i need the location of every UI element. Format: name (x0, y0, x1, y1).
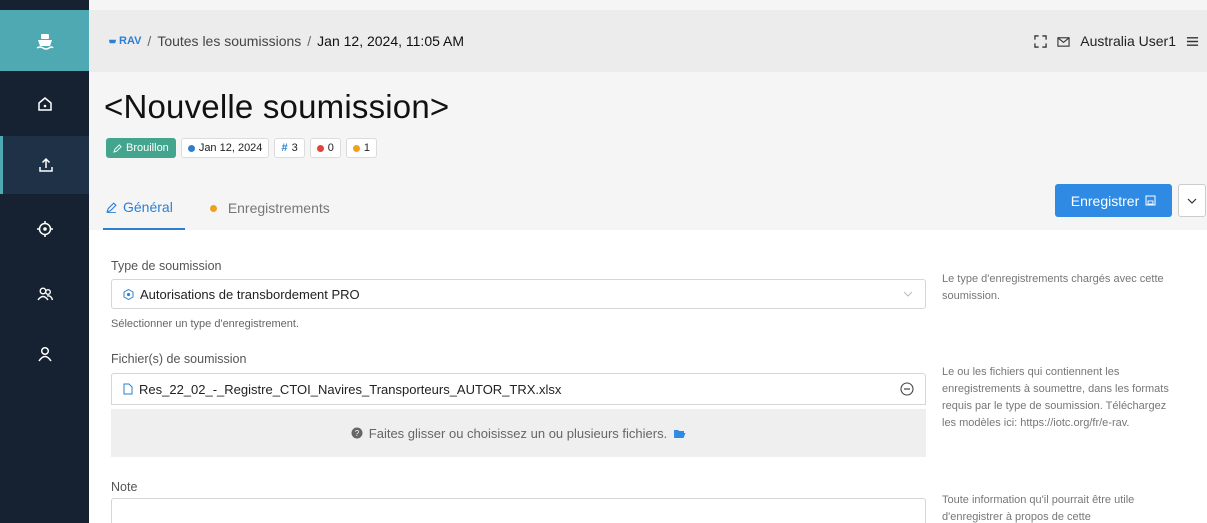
file-name: Res_22_02_-_Registre_CTOI_Navires_Transp… (139, 381, 562, 397)
rav-logo-icon (108, 39, 117, 43)
hash-icon: # (281, 142, 288, 154)
warning-dot-icon (209, 204, 217, 212)
sidebar-item-submissions[interactable] (0, 136, 89, 194)
app-root: RAV / Toutes les soumissions / Jan 12, 2… (0, 0, 1207, 523)
sidebar-item-users[interactable] (0, 265, 89, 323)
file-list-item: Res_22_02_-_Registre_CTOI_Navires_Transp… (111, 373, 926, 405)
svg-text:?: ? (355, 429, 360, 438)
page-title: <Nouvelle soumission> (104, 88, 450, 125)
note-help: Toute information qu'il pourrait être ut… (942, 494, 1135, 523)
badge-icon (123, 288, 134, 300)
sidebar-item-target[interactable] (0, 200, 89, 258)
status-badge-draft: Brouillon (106, 138, 176, 158)
submission-type-help: Le type d'enregistrements chargés avec c… (942, 273, 1164, 302)
submission-type-label: Type de soumission (111, 259, 222, 273)
tab-general-label: Général (123, 199, 173, 215)
tab-records-label: Enregistrements (227, 200, 330, 216)
sidebar-item-home[interactable] (0, 75, 89, 133)
warning-shield-icon (352, 144, 360, 152)
breadcrumb-home[interactable]: RAV (108, 35, 141, 47)
submission-files-help: Le ou les fichiers qui contiennent les e… (942, 366, 1169, 429)
folder-open-icon (674, 429, 686, 438)
file-dropzone[interactable]: ? Faites glisser ou choisissez un ou plu… (111, 409, 926, 457)
breadcrumb-current: Jan 12, 2024, 11:05 AM (317, 33, 465, 49)
top-right-actions: Australia User1 (1034, 10, 1199, 72)
top-bar: RAV / Toutes les soumissions / Jan 12, 2… (89, 10, 1207, 72)
save-button-label: Enregistrer (1070, 192, 1140, 209)
help-circle-icon: ? (351, 427, 363, 439)
chevron-down-icon (1187, 198, 1197, 204)
error-badge: 0 (309, 138, 341, 158)
error-badge-label: 0 (327, 142, 334, 154)
upload-icon (39, 157, 53, 172)
note-textarea[interactable] (111, 498, 926, 523)
clock-icon (187, 144, 195, 152)
pencil-icon (106, 201, 117, 213)
status-badge-label: Brouillon (126, 142, 169, 154)
save-options-dropdown[interactable] (1178, 184, 1206, 217)
home-icon (37, 97, 52, 111)
count-badge-label: 3 (291, 142, 298, 154)
breadcrumb-app-label: RAV (119, 35, 142, 47)
date-badge: Jan 12, 2024 (180, 138, 270, 158)
save-button[interactable]: Enregistrer (1055, 184, 1172, 217)
remove-file-icon[interactable] (900, 382, 914, 396)
breadcrumb-separator: / (147, 33, 152, 49)
count-badge: # 3 (274, 138, 305, 158)
submission-type-hint: Sélectionner un type d'enregistrement. (111, 318, 299, 330)
breadcrumb-all-submissions[interactable]: Toutes les soumissions (157, 33, 301, 49)
tab-bar: Général Enregistrements (103, 186, 352, 230)
menu-icon[interactable] (1186, 35, 1199, 48)
chevron-down-icon (903, 291, 913, 297)
note-label: Note (111, 480, 138, 494)
file-icon (123, 383, 133, 395)
user-icon (37, 346, 52, 362)
tab-records[interactable]: Enregistrements (207, 186, 330, 230)
submission-files-label: Fichier(s) de soumission (111, 352, 247, 366)
breadcrumb-separator: / (307, 33, 312, 49)
dropzone-label: Faites glisser ou choisissez un ou plusi… (368, 425, 668, 441)
save-icon (1145, 195, 1156, 206)
users-icon (36, 287, 53, 301)
submission-type-value: Autorisations de transbordement PRO (140, 286, 360, 302)
pencil-icon (113, 143, 122, 153)
target-icon (36, 221, 53, 237)
error-shield-icon (316, 144, 324, 152)
user-name[interactable]: Australia User1 (1080, 33, 1176, 49)
app-logo[interactable] (0, 10, 89, 71)
warning-badge: 1 (345, 138, 377, 158)
status-badges: Brouillon Jan 12, 2024 # 3 0 1 (106, 138, 377, 158)
sidebar-item-profile[interactable] (0, 325, 89, 383)
date-badge-label: Jan 12, 2024 (198, 142, 263, 154)
warning-badge-label: 1 (363, 142, 370, 154)
fullscreen-icon[interactable] (1034, 34, 1048, 48)
mail-icon[interactable] (1057, 35, 1070, 48)
sidebar (0, 0, 89, 523)
submission-type-select[interactable]: Autorisations de transbordement PRO (111, 279, 926, 309)
tab-general[interactable]: Général (103, 186, 185, 230)
ship-icon (36, 33, 54, 50)
